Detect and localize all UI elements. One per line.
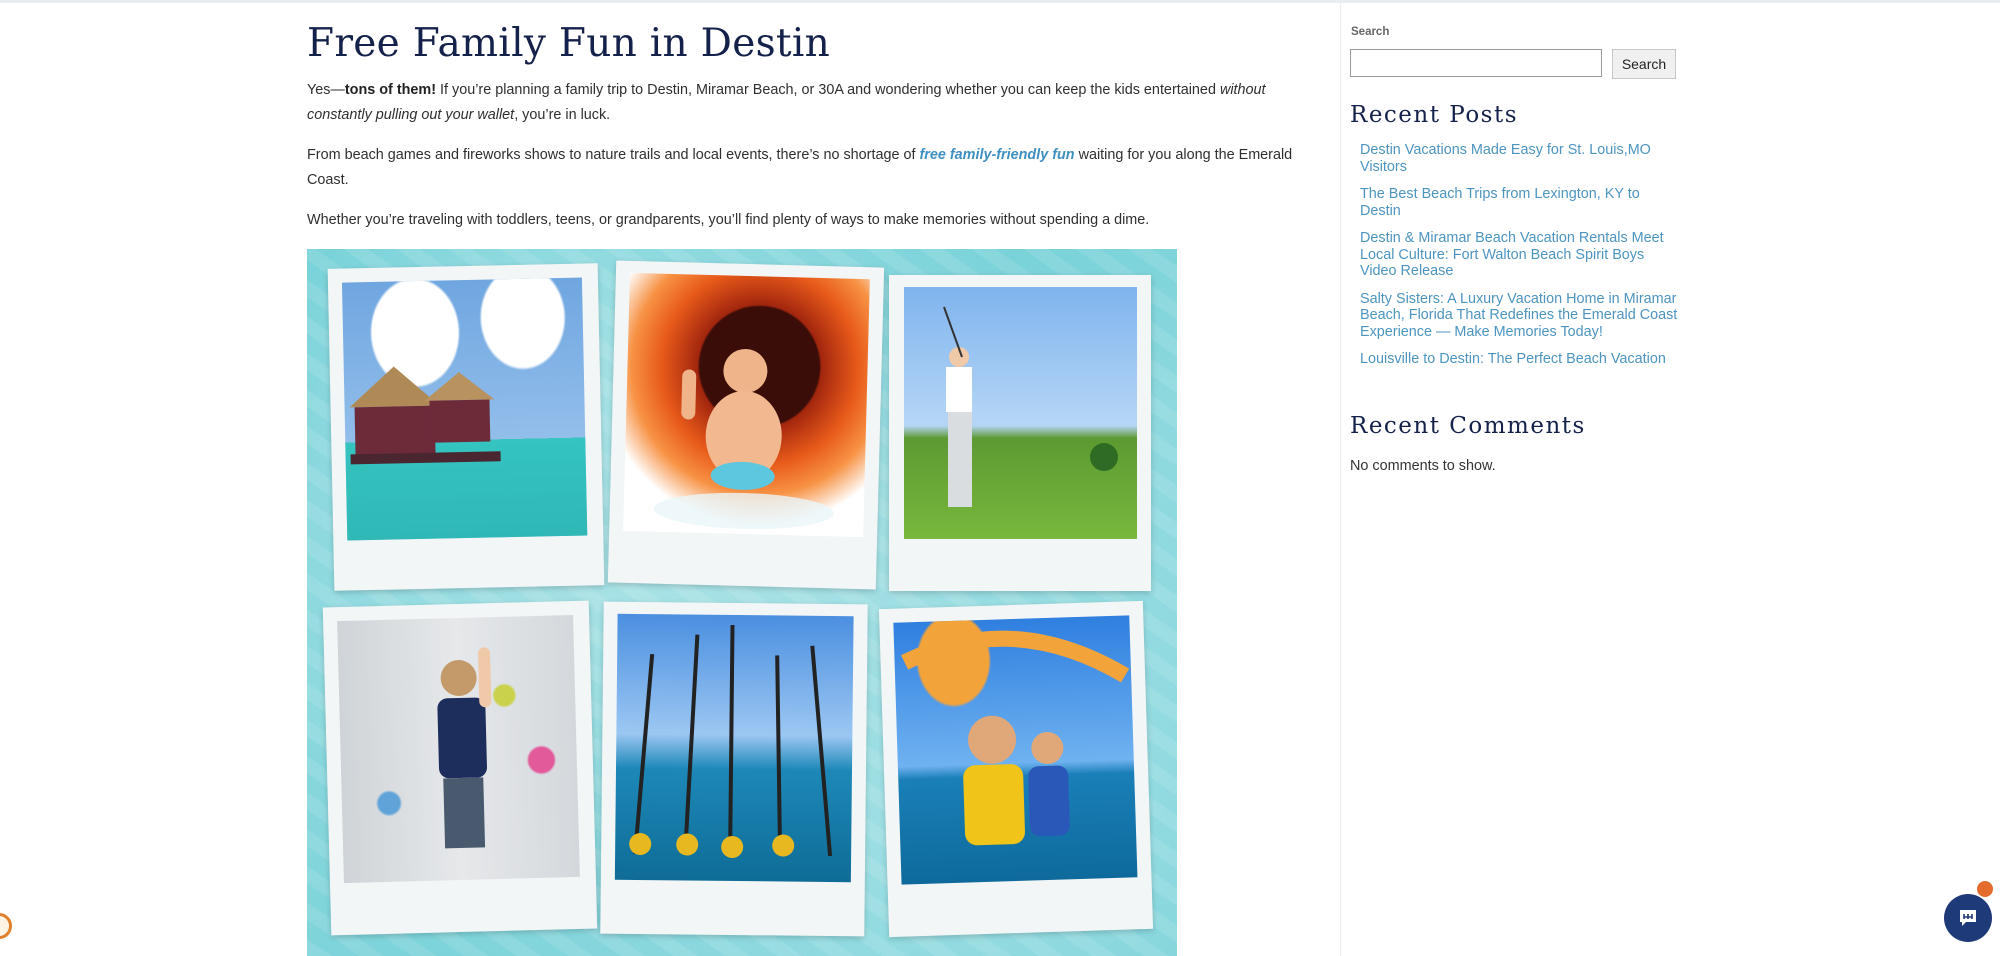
fishing-rods-photo (614, 613, 854, 883)
waterslide-boy-photo (623, 272, 870, 538)
recent-posts-title: Recent Posts (1350, 102, 1519, 128)
parasailers-figure (901, 630, 1130, 846)
golfer-photo (904, 287, 1137, 539)
recent-posts-list: Destin Vacations Made Easy for St. Louis… (1360, 142, 1680, 379)
polaroid-frame (889, 275, 1151, 591)
search-label: Search (1351, 26, 1390, 38)
list-item: Destin Vacations Made Easy for St. Louis… (1360, 142, 1680, 175)
page-title: Free Family Fun in Destin (307, 21, 831, 66)
intro-paragraph: Yes—tons of them! If you’re planning a f… (307, 78, 1307, 128)
second-paragraph: From beach games and fireworks shows to … (307, 143, 1307, 193)
notification-badge (1977, 881, 1993, 897)
chat-bubble-icon (1960, 910, 1976, 926)
article-main: Free Family Fun in Destin Yes—tons of th… (307, 18, 1307, 233)
boy-figure (653, 348, 834, 530)
fishing-rods-shape (629, 624, 833, 858)
recent-comments-title: Recent Comments (1350, 413, 1586, 439)
recent-post-link[interactable]: Destin Vacations Made Easy for St. Louis… (1360, 142, 1651, 175)
list-item: Salty Sisters: A Luxury Vacation Home in… (1360, 291, 1680, 341)
list-item: Louisville to Destin: The Perfect Beach … (1360, 351, 1680, 368)
intro-tail: , you’re in luck. (514, 107, 611, 123)
recent-post-link[interactable]: Salty Sisters: A Luxury Vacation Home in… (1360, 291, 1677, 340)
top-border (0, 0, 2000, 3)
climbing-wall-photo (337, 614, 580, 884)
golfer-figure (943, 306, 1118, 507)
recent-post-link[interactable]: Destin & Miramar Beach Vacation Rentals … (1360, 230, 1664, 279)
intro-bold: tons of them! (344, 82, 437, 98)
parasailing-photo (893, 615, 1138, 885)
intro-lead: Yes— (307, 82, 345, 98)
polaroid-frame (878, 600, 1154, 938)
search-button[interactable]: Search (1612, 49, 1676, 79)
polaroid-frame (327, 263, 605, 591)
no-comments-text: No comments to show. (1350, 458, 1496, 474)
tiki-hut-shape (349, 366, 501, 465)
list-item: The Best Beach Trips from Lexington, KY … (1360, 186, 1680, 219)
sidebar-divider (1340, 3, 1341, 956)
cookie-icon[interactable] (0, 913, 12, 939)
tiki-boat-photo (341, 277, 588, 541)
climber-figure (437, 647, 492, 849)
free-fun-link[interactable]: free family-friendly fun (919, 147, 1074, 163)
polaroid-frame (322, 600, 598, 936)
recent-post-link[interactable]: The Best Beach Trips from Lexington, KY … (1360, 186, 1640, 219)
photo-collage (307, 249, 1177, 956)
polaroid-frame (600, 601, 868, 937)
third-paragraph: Whether you’re traveling with toddlers, … (307, 212, 1150, 228)
list-item: Destin & Miramar Beach Vacation Rentals … (1360, 230, 1680, 280)
intro-middle: If you’re planning a family trip to Dest… (436, 82, 1220, 98)
search-input[interactable] (1350, 49, 1602, 77)
chat-launcher-button[interactable] (1944, 894, 1992, 942)
recent-post-link[interactable]: Louisville to Destin: The Perfect Beach … (1360, 351, 1666, 367)
polaroid-frame (607, 260, 885, 590)
second-lead: From beach games and fireworks shows to … (307, 147, 920, 163)
